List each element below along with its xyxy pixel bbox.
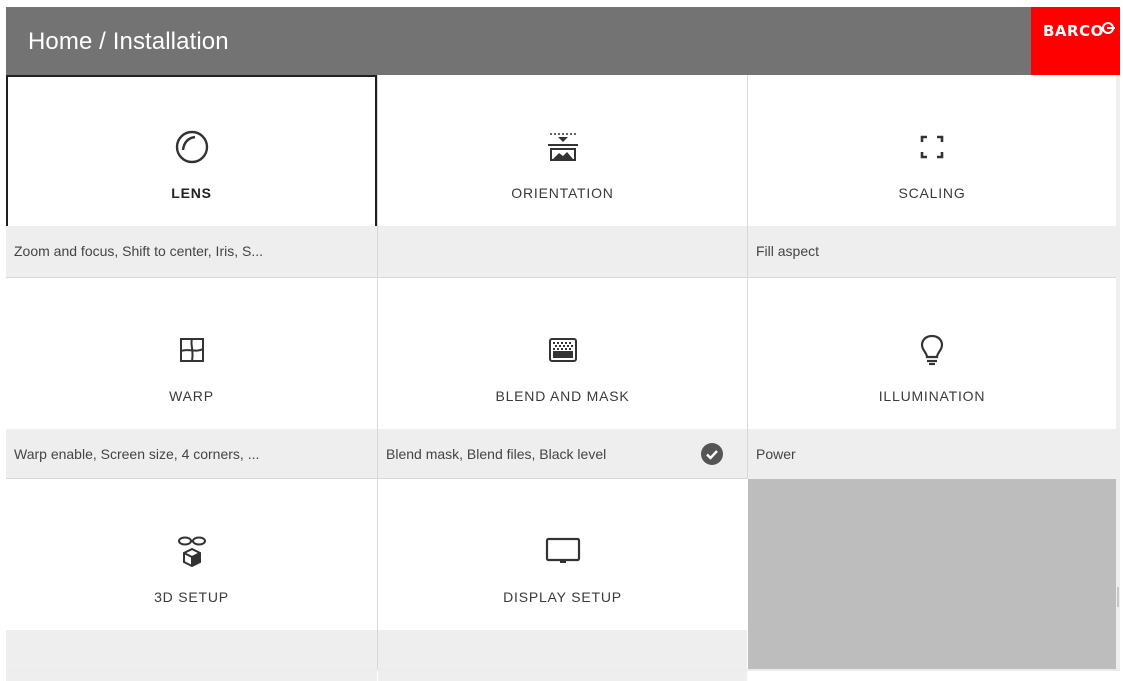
- warp-icon: [179, 338, 204, 362]
- logo-mark-icon: [1102, 22, 1115, 34]
- app-frame: Home / Installation BARCO LENS Zoom and …: [6, 7, 1120, 681]
- scrollbar-track[interactable]: [1116, 75, 1120, 669]
- tile-warp-label: WARP: [169, 388, 214, 404]
- tile-lens-summary: Zoom and focus, Shift to center, Iris, S…: [6, 226, 377, 277]
- scaling-icon: [920, 135, 944, 159]
- tile-illumination-summary: Power: [748, 429, 1116, 480]
- tile-blend-summary: Blend mask, Blend files, Black level: [378, 429, 747, 480]
- grid-divider: [6, 277, 1116, 278]
- tile-lens-main: LENS: [6, 75, 377, 226]
- tile-illumination[interactable]: ILLUMINATION Power: [748, 278, 1116, 480]
- tile-blend-summary-text: Blend mask, Blend files, Black level: [386, 446, 607, 462]
- tile-scaling[interactable]: SCALING Fill aspect: [748, 75, 1116, 277]
- tile-orientation[interactable]: ORIENTATION: [378, 75, 747, 277]
- tile-lens-label: LENS: [171, 185, 212, 201]
- tile-display-main: DISPLAY SETUP: [378, 479, 747, 630]
- tile-warp-summary: Warp enable, Screen size, 4 corners, ...: [6, 429, 377, 480]
- tile-3d-summary: [6, 630, 377, 681]
- tile-illumination-label: ILLUMINATION: [878, 388, 986, 404]
- tile-3d-setup[interactable]: 3D SETUP: [6, 479, 377, 681]
- empty-cell: [748, 479, 1116, 669]
- tile-orientation-main: ORIENTATION: [378, 75, 747, 226]
- tile-scaling-label: SCALING: [898, 185, 966, 201]
- blend-mask-icon: [548, 338, 577, 362]
- tile-blend-main: BLEND AND MASK: [378, 278, 747, 429]
- tile-display-setup[interactable]: DISPLAY SETUP: [378, 479, 747, 681]
- tile-scaling-main: SCALING: [748, 75, 1116, 226]
- grid-divider: [377, 75, 378, 669]
- breadcrumb[interactable]: Home / Installation: [28, 7, 229, 75]
- bottom-border: [6, 669, 1120, 671]
- tile-warp-main: WARP: [6, 278, 377, 429]
- tile-illumination-main: ILLUMINATION: [748, 278, 1116, 429]
- tile-display-label: DISPLAY SETUP: [503, 589, 622, 605]
- tile-scaling-summary: Fill aspect: [748, 226, 1116, 277]
- tile-blend-and-mask[interactable]: BLEND AND MASK Blend mask, Blend files, …: [378, 278, 747, 480]
- tile-orientation-label: ORIENTATION: [511, 185, 614, 201]
- 3d-glasses-icon: [177, 536, 206, 568]
- tile-orientation-summary: [378, 226, 747, 277]
- tile-warp[interactable]: WARP Warp enable, Screen size, 4 corners…: [6, 278, 377, 480]
- tile-3d-main: 3D SETUP: [6, 479, 377, 630]
- check-circle-icon: [701, 443, 723, 465]
- installation-grid: LENS Zoom and focus, Shift to center, Ir…: [6, 75, 1116, 681]
- monitor-icon: [545, 537, 580, 563]
- scrollbar-thumb[interactable]: [1117, 587, 1119, 607]
- lightbulb-icon: [920, 334, 944, 366]
- header-bar: Home / Installation BARCO: [6, 7, 1120, 75]
- tile-blend-label: BLEND AND MASK: [495, 388, 630, 404]
- tile-3d-label: 3D SETUP: [154, 589, 229, 605]
- orientation-icon: [547, 133, 578, 161]
- tile-lens[interactable]: LENS Zoom and focus, Shift to center, Ir…: [6, 75, 377, 277]
- tile-display-summary: [378, 630, 747, 681]
- logo-text: BARCO: [1043, 22, 1104, 40]
- lens-icon: [175, 130, 208, 164]
- grid-divider: [6, 478, 748, 479]
- barco-logo: BARCO: [1031, 7, 1120, 75]
